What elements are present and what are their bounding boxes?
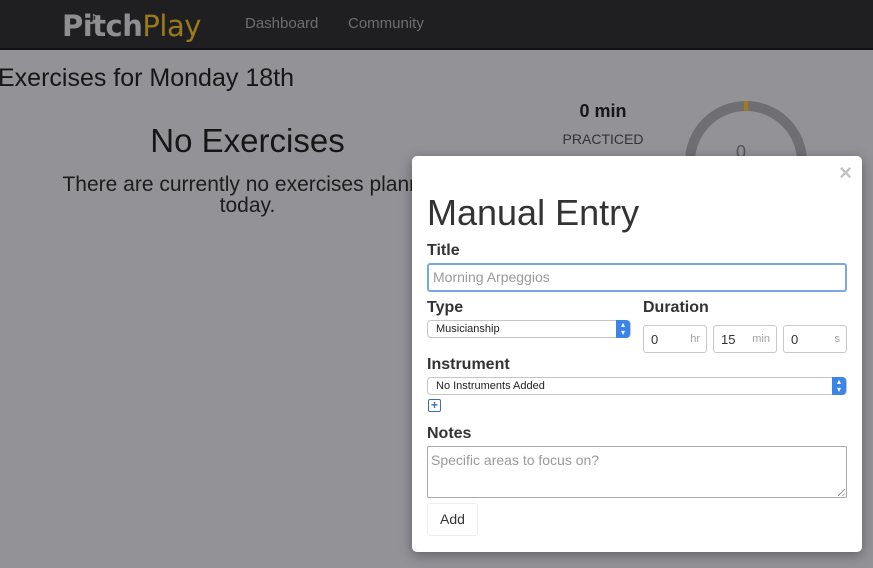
empty-text-line2: today. <box>219 194 276 217</box>
add-button[interactable]: Add <box>427 503 478 536</box>
duration-minutes-value: 15 <box>721 332 736 347</box>
empty-text-line1: There are currently no exercises planne <box>62 173 433 196</box>
notes-label: Notes <box>427 425 472 442</box>
duration-hours-value: 0 <box>651 332 659 347</box>
nav-dashboard-link[interactable]: Dashboard <box>245 15 318 32</box>
close-icon[interactable]: × <box>839 162 852 184</box>
nav-community-link[interactable]: Community <box>348 15 424 32</box>
music-note-icon: ♪ <box>89 12 98 28</box>
logo-pitch-text: Pitch <box>62 9 143 43</box>
title-input[interactable]: Morning Arpeggios <box>427 263 847 292</box>
type-label: Type <box>427 299 464 316</box>
duration-hours-input[interactable]: 0 hr <box>643 325 707 353</box>
resize-grip-icon[interactable] <box>838 489 845 496</box>
practiced-minutes: 0 min <box>579 101 627 121</box>
notes-placeholder: Specific areas to focus on? <box>431 452 600 468</box>
select-arrows-icon: ▴ ▾ <box>832 377 846 395</box>
instrument-label: Instrument <box>427 356 510 373</box>
instrument-select-value: No Instruments Added <box>436 380 545 392</box>
manual-entry-modal: × Manual Entry Title Morning Arpeggios T… <box>412 156 862 552</box>
select-arrows-icon: ▴ ▾ <box>616 320 630 338</box>
duration-hours-unit: hr <box>690 333 700 345</box>
empty-text: There are currently no exercises planne … <box>20 174 475 216</box>
gauge-progress-marker <box>744 101 748 111</box>
navbar: PitchPlay ♪ Dashboard Community <box>0 0 873 50</box>
duration-seconds-value: 0 <box>791 332 799 347</box>
practiced-label: PRACTICED <box>562 131 644 147</box>
modal-title: Manual Entry <box>427 192 640 233</box>
notes-textarea[interactable]: Specific areas to focus on? <box>427 446 847 498</box>
empty-heading: No Exercises <box>150 122 345 159</box>
add-instrument-icon[interactable]: + <box>428 399 441 412</box>
duration-seconds-unit: s <box>834 333 841 345</box>
type-select[interactable]: Musicianship ▴ ▾ <box>427 320 631 338</box>
title-label: Title <box>427 242 460 259</box>
duration-minutes-unit: min <box>752 333 770 345</box>
duration-minutes-input[interactable]: 15 min <box>713 325 777 353</box>
type-select-value: Musicianship <box>436 323 500 335</box>
duration-label: Duration <box>643 299 709 316</box>
instrument-select[interactable]: No Instruments Added ▴ ▾ <box>427 377 847 395</box>
pitchplay-logo[interactable]: PitchPlay ♪ <box>62 8 201 44</box>
duration-seconds-input[interactable]: 0 s <box>783 325 847 353</box>
logo-play-text: Play <box>142 9 201 43</box>
page-title: Exercises for Monday 18th <box>0 64 294 92</box>
